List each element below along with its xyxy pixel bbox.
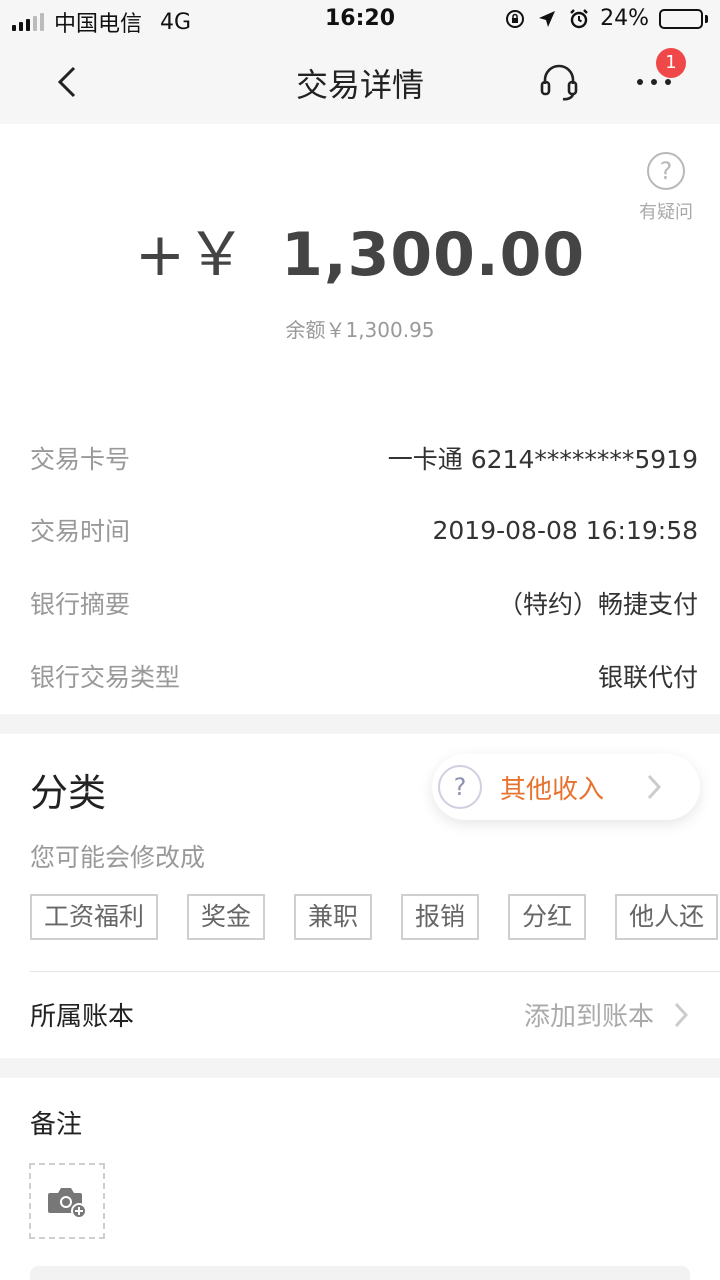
- detail-label: 银行交易类型: [30, 663, 181, 692]
- category-card: 分类 ? 其他收入 您可能会修改成 工资福利 奖金 兼职 报销 分红 他人还 所…: [0, 734, 720, 1058]
- question-icon: ?: [438, 765, 482, 809]
- more-dot-icon: [665, 79, 671, 85]
- category-tag[interactable]: 报销: [401, 894, 480, 940]
- alarm-icon: [568, 8, 590, 30]
- add-photo-button[interactable]: [29, 1163, 105, 1239]
- detail-row-card-number: 交易卡号 一卡通 6214********5919: [30, 438, 698, 478]
- detail-value: 2019-08-08 16:19:58: [432, 515, 698, 545]
- rotation-lock-icon: [504, 8, 526, 30]
- page-title: 交易详情: [295, 66, 424, 104]
- category-selector[interactable]: ? 其他收入: [432, 754, 700, 820]
- detail-row-time: 交易时间 2019-08-08 16:19:58: [30, 510, 698, 550]
- category-current: 其他收入: [500, 774, 605, 805]
- more-dot-icon: [651, 79, 657, 85]
- headset-icon: [540, 64, 578, 101]
- category-tag[interactable]: 兼职: [294, 894, 373, 940]
- chevron-right-icon: [674, 1002, 689, 1027]
- detail-label: 银行摘要: [30, 590, 131, 619]
- note-card: 备注: [0, 1078, 720, 1280]
- category-tag[interactable]: 他人还: [615, 894, 719, 940]
- transaction-amount: +￥ 1,300.00: [0, 206, 720, 293]
- more-dot-icon: [637, 79, 643, 85]
- location-icon: [536, 8, 558, 30]
- detail-value: 银联代付: [597, 663, 698, 692]
- notification-badge: 1: [656, 48, 686, 78]
- category-tag[interactable]: 工资福利: [30, 894, 159, 940]
- amount-sign: +￥: [134, 220, 248, 290]
- battery-percent: 24%: [600, 6, 649, 31]
- status-bar: 中国电信 4G 16:20 24%: [0, 0, 720, 40]
- detail-value: 一卡通 6214********5919: [387, 445, 698, 474]
- question-icon: ?: [647, 152, 685, 190]
- transaction-summary-card: ? 有疑问 +￥ 1,300.00 余额￥1,300.95 交易卡号 一卡通 62…: [0, 124, 720, 714]
- account-book-label: 所属账本: [30, 1002, 135, 1032]
- chevron-right-icon: [647, 774, 662, 800]
- detail-row-bank-summary: 银行摘要 （特约）畅捷支付: [30, 583, 698, 623]
- category-tag[interactable]: 分红: [508, 894, 587, 940]
- detail-row-transaction-type: 银行交易类型 银联代付: [30, 656, 698, 696]
- category-tags: 工资福利 奖金 兼职 报销 分红 他人还: [30, 894, 720, 940]
- suggest-label: 您可能会修改成: [30, 843, 206, 872]
- customer-service-button[interactable]: [538, 62, 580, 102]
- amount-value: 1,300.00: [281, 220, 586, 290]
- add-to-book-text: 添加到账本: [523, 1002, 654, 1032]
- divider: [30, 971, 720, 972]
- account-book-row[interactable]: 所属账本 添加到账本: [30, 996, 690, 1033]
- note-title: 备注: [30, 1110, 83, 1140]
- status-right: 24%: [504, 6, 708, 31]
- camera-add-icon: [48, 1188, 87, 1219]
- category-title: 分类: [30, 771, 107, 815]
- detail-label: 交易时间: [30, 517, 131, 546]
- account-book-action: 添加到账本: [524, 996, 690, 1033]
- battery-icon: [659, 8, 708, 29]
- note-input[interactable]: [30, 1266, 690, 1280]
- category-tag[interactable]: 奖金: [187, 894, 266, 940]
- detail-value: （特约）畅捷支付: [497, 590, 698, 619]
- detail-label: 交易卡号: [30, 445, 131, 474]
- balance-text: 余额￥1,300.95: [285, 318, 435, 342]
- nav-bar: 交易详情 1: [0, 40, 720, 124]
